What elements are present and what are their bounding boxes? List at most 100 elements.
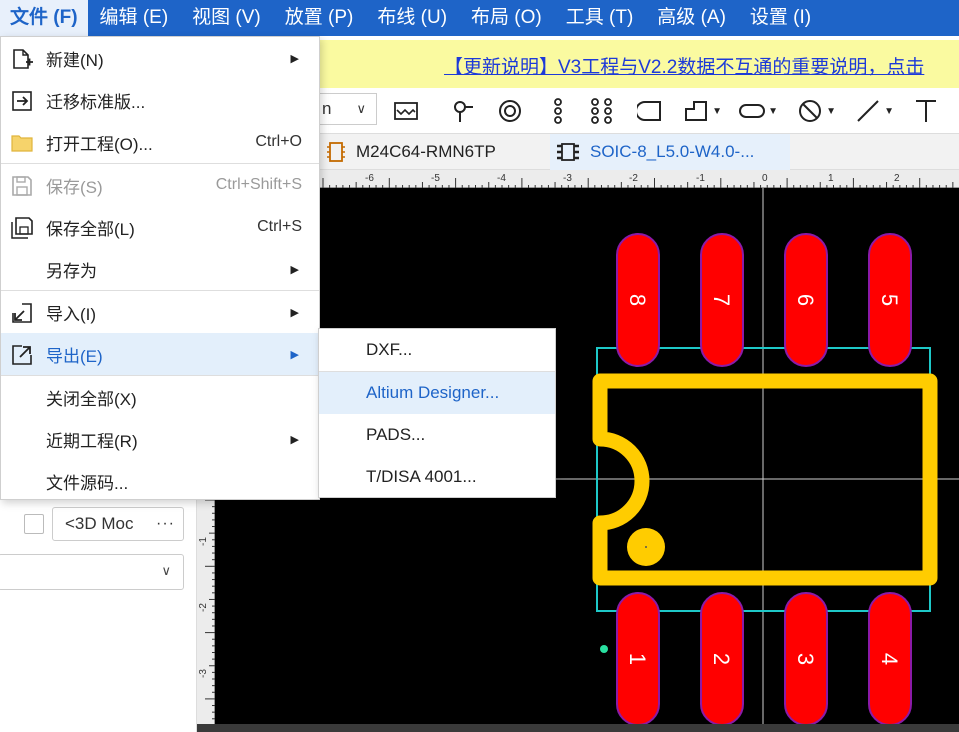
pad-shape-icon[interactable] (634, 96, 666, 126)
submenu-item-dxf[interactable]: DXF... (319, 329, 555, 371)
ruler-label: -4 (497, 173, 506, 184)
menu-item-label: 打开工程(O)... (46, 134, 153, 154)
menu-item-file-source[interactable]: 文件源码... (1, 460, 319, 502)
ruler-label: 1 (828, 173, 834, 184)
save-icon (10, 174, 34, 198)
document-tabs: M24C64-RMN6TP SOIC-8_L5.0-W4.0-... (320, 134, 959, 170)
dropdown-arrow-icon[interactable]: ▼ (884, 106, 894, 117)
submenu-item-tdisa[interactable]: T/DISA 4001... (319, 456, 555, 498)
app-window: 文件 (F) 编辑 (E) 视图 (V) 放置 (P) 布线 (U) 布局 (O… (0, 0, 959, 732)
menu-item-label: 保存全部(L) (46, 219, 135, 239)
menu-item-save-as[interactable]: 另存为 ▶ (1, 248, 319, 290)
chevron-down-icon: ∨ (161, 563, 171, 578)
via-icon[interactable] (494, 96, 526, 126)
text-tool-icon[interactable] (910, 96, 942, 126)
pad-number: 8 (625, 294, 650, 306)
footprint-icon (556, 141, 580, 163)
property-select[interactable]: ∨ (0, 554, 184, 590)
menu-file[interactable]: 文件 (F) (0, 0, 88, 36)
horizontal-ruler: -6 -5 -4 -3 -2 -1 0 1 2 (320, 170, 959, 188)
tab-schematic-symbol[interactable]: M24C64-RMN6TP (320, 134, 548, 170)
tab-footprint[interactable]: SOIC-8_L5.0-W4.0-... (550, 134, 790, 170)
pad-number: 2 (709, 653, 734, 665)
keepout-icon[interactable]: ▼ (794, 96, 836, 126)
menu-item-new[interactable]: 新建(N) ▶ (1, 37, 319, 79)
dropdown-arrow-icon[interactable]: ▼ (768, 106, 778, 117)
menu-item-label: 新建(N) (46, 50, 104, 70)
layer-bar (197, 724, 959, 732)
menu-item-label: 导出(E) (46, 346, 103, 366)
chip-icon (326, 141, 346, 163)
more-icon[interactable]: ··· (156, 508, 175, 540)
pad-array-icon[interactable] (586, 96, 618, 126)
ruler-label: 2 (894, 173, 900, 184)
menu-item-label: 导入(I) (46, 304, 97, 324)
menu-item-migrate[interactable]: 迁移标准版... (1, 79, 319, 121)
pin-probe-icon[interactable] (448, 96, 480, 126)
ruler-label: -1 (696, 173, 705, 184)
top-pads (616, 233, 912, 367)
menu-item-recent-projects[interactable]: 近期工程(R) ▶ (1, 418, 319, 460)
migrate-icon (10, 89, 34, 113)
menubar: 文件 (F) 编辑 (E) 视图 (V) 放置 (P) 布线 (U) 布局 (O… (0, 0, 959, 36)
menu-item-export[interactable]: 导出(E) ▶ (1, 333, 319, 375)
menu-edit[interactable]: 编辑 (E) (88, 0, 181, 36)
3d-model-value: <3D Moc (65, 514, 134, 533)
ruler-label: -5 (431, 173, 440, 184)
pad-column-icon[interactable] (542, 96, 574, 126)
menu-settings[interactable]: 设置 (I) (738, 0, 823, 36)
ruler-label: -3 (563, 173, 572, 184)
origin-dot (645, 546, 647, 548)
menu-view[interactable]: 视图 (V) (180, 0, 273, 36)
menu-item-save-all[interactable]: 保存全部(L) Ctrl+S (1, 206, 319, 248)
tab-label: SOIC-8_L5.0-W4.0-... (590, 142, 755, 161)
menu-item-save[interactable]: 保存(S) Ctrl+Shift+S (1, 164, 319, 206)
toolbar: n ∨ ▼ ▼ ▼ ▼ (320, 88, 959, 134)
pad-number: 6 (793, 294, 818, 306)
menu-layout[interactable]: 布局 (O) (459, 0, 554, 36)
menu-place[interactable]: 放置 (P) (273, 0, 366, 36)
menu-item-close-all[interactable]: 关闭全部(X) (1, 376, 319, 418)
import-icon (10, 301, 34, 325)
menu-item-label: 文件源码... (46, 473, 129, 493)
file-menu: 新建(N) ▶ 迁移标准版... 打开工程(O)... Ctrl+O 保存(S)… (0, 36, 320, 500)
polygon-icon[interactable]: ▼ (680, 96, 722, 126)
pad-number: 4 (877, 653, 902, 665)
bottom-pads (616, 592, 912, 726)
pad-number: 1 (625, 653, 650, 665)
submenu-item-altium[interactable]: Altium Designer... (319, 372, 555, 414)
3d-model-field[interactable]: <3D Moc ··· (52, 507, 184, 541)
ruler-label: -2 (629, 173, 638, 184)
export-icon (10, 343, 34, 367)
menu-advanced[interactable]: 高级 (A) (645, 0, 738, 36)
dropdown-arrow-icon[interactable]: ▼ (826, 106, 836, 117)
unit-select[interactable]: n ∨ (320, 93, 377, 125)
menu-route[interactable]: 布线 (U) (365, 0, 459, 36)
menu-item-label: 迁移标准版... (46, 92, 146, 112)
submenu-item-pads[interactable]: PADS... (319, 414, 555, 456)
menu-item-open-project[interactable]: 打开工程(O)... Ctrl+O (1, 121, 319, 163)
ruler-label: -2 (198, 603, 209, 612)
new-file-icon (10, 47, 34, 71)
submenu-arrow-icon: ▶ (290, 348, 299, 361)
pad-number: 3 (793, 653, 818, 665)
save-all-icon (10, 216, 34, 240)
properties-panel: <3D Moc ··· ∨ (0, 500, 197, 732)
bus-icon[interactable] (390, 96, 422, 126)
submenu-arrow-icon: ▶ (290, 433, 299, 446)
submenu-arrow-icon: ▶ (290, 306, 299, 319)
menu-item-label: 近期工程(R) (46, 431, 138, 451)
menu-tools[interactable]: 工具 (T) (554, 0, 646, 36)
folder-icon (10, 131, 34, 155)
pad-number: 7 (709, 294, 734, 306)
export-submenu: DXF... Altium Designer... PADS... T/DISA… (318, 328, 556, 498)
line-icon[interactable]: ▼ (852, 96, 894, 126)
menu-item-import[interactable]: 导入(I) ▶ (1, 291, 319, 333)
pad-number: 5 (877, 294, 902, 306)
shortcut-label: Ctrl+S (257, 218, 302, 235)
oval-icon[interactable]: ▼ (736, 96, 778, 126)
dropdown-arrow-icon[interactable]: ▼ (712, 106, 722, 117)
ruler-label: 0 (762, 173, 768, 184)
update-notice-link[interactable]: 【更新说明】V3工程与V2.2数据不互通的重要说明，点击 (444, 52, 924, 79)
model-checkbox[interactable] (24, 514, 44, 534)
